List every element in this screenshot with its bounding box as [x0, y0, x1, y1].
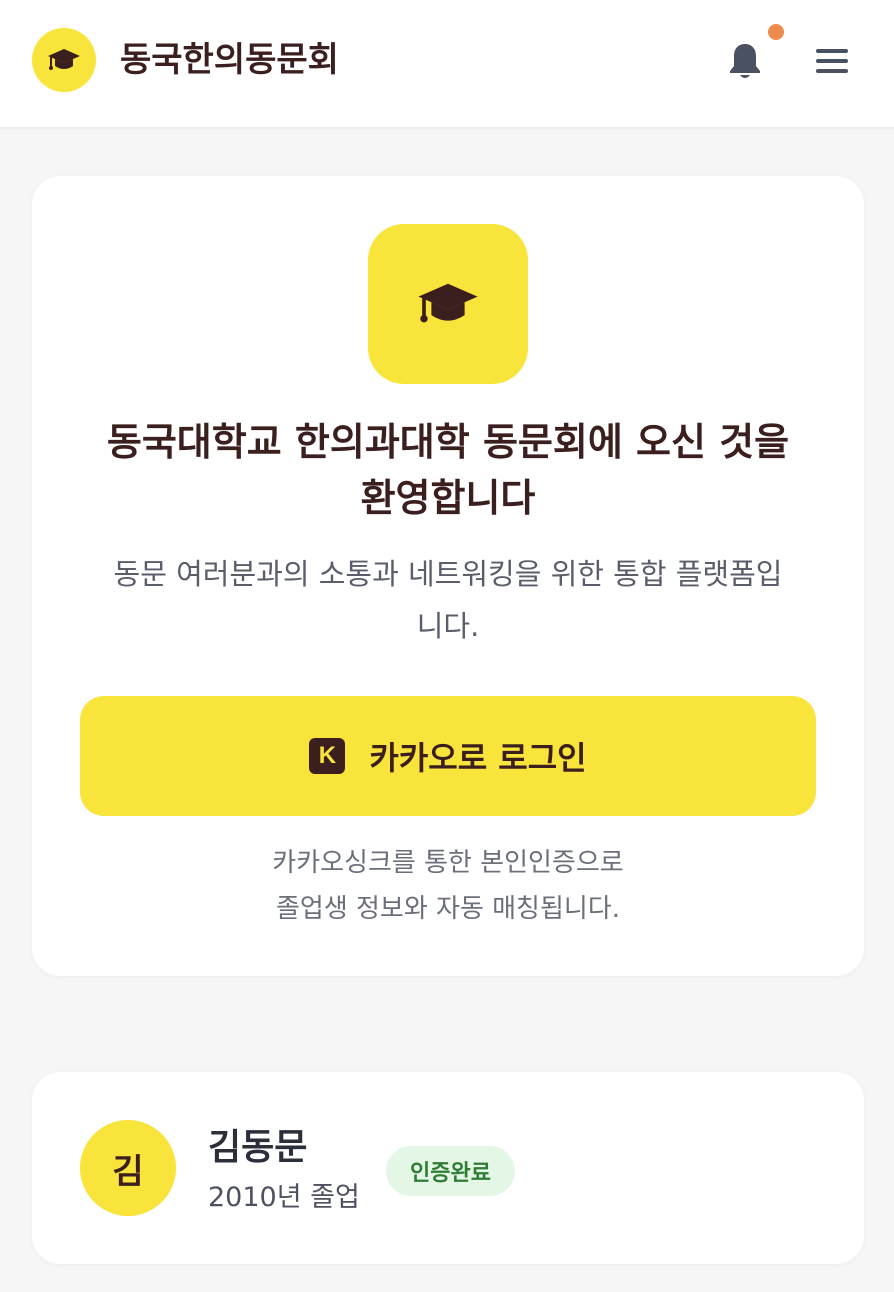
login-note: 카카오싱크를 통한 본인인증으로 졸업생 정보와 자동 매칭됩니다. [72, 840, 824, 932]
profile-name: 김동문 [208, 1127, 308, 1168]
welcome-subtitle-line1: 동문 여러분과의 소통과 네트워킹을 위한 통합 플랫폼입 [113, 557, 783, 591]
profile-card[interactable]: 김 김동문 2010년 졸업 인증완료 [32, 1072, 864, 1264]
notification-dot [768, 24, 784, 40]
avatar: 김 [80, 1120, 176, 1216]
kakao-login-button[interactable]: K 카카오로 로그인 [80, 696, 816, 816]
graduation-cap-icon [48, 49, 80, 70]
app-logo[interactable] [32, 28, 96, 92]
welcome-title: 동국대학교 한의과대학 동문회에 오신 것을 환영합니다 [72, 414, 824, 526]
login-note-line1: 카카오싱크를 통한 본인인증으로 [272, 848, 624, 878]
welcome-title-line1: 동국대학교 한의과대학 동문회에 오신 것을 [106, 420, 790, 464]
verified-badge: 인증완료 [386, 1146, 515, 1196]
kakao-login-label: 카카오로 로그인 [369, 739, 587, 777]
app-title[interactable]: 동국한의동문회 [120, 36, 339, 84]
hero-icon-box [368, 224, 528, 384]
login-note-line2: 졸업생 정보와 자동 매칭됩니다. [275, 894, 621, 924]
graduation-cap-icon [418, 283, 478, 323]
welcome-subtitle: 동문 여러분과의 소통과 네트워킹을 위한 통합 플랫폼입 니다. [72, 548, 824, 652]
welcome-subtitle-line2: 니다. [416, 609, 480, 643]
app-header: 동국한의동문회 [0, 0, 894, 128]
notifications-button[interactable] [722, 38, 768, 84]
profile-graduation: 2010년 졸업 [208, 1182, 360, 1213]
welcome-title-line2: 환영합니다 [360, 476, 536, 520]
hamburger-menu-icon [816, 49, 848, 73]
bell-icon [730, 44, 760, 78]
kakao-icon: K [309, 738, 346, 774]
menu-button[interactable] [810, 38, 854, 84]
welcome-card: 동국대학교 한의과대학 동문회에 오신 것을 환영합니다 동문 여러분과의 소통… [32, 176, 864, 976]
